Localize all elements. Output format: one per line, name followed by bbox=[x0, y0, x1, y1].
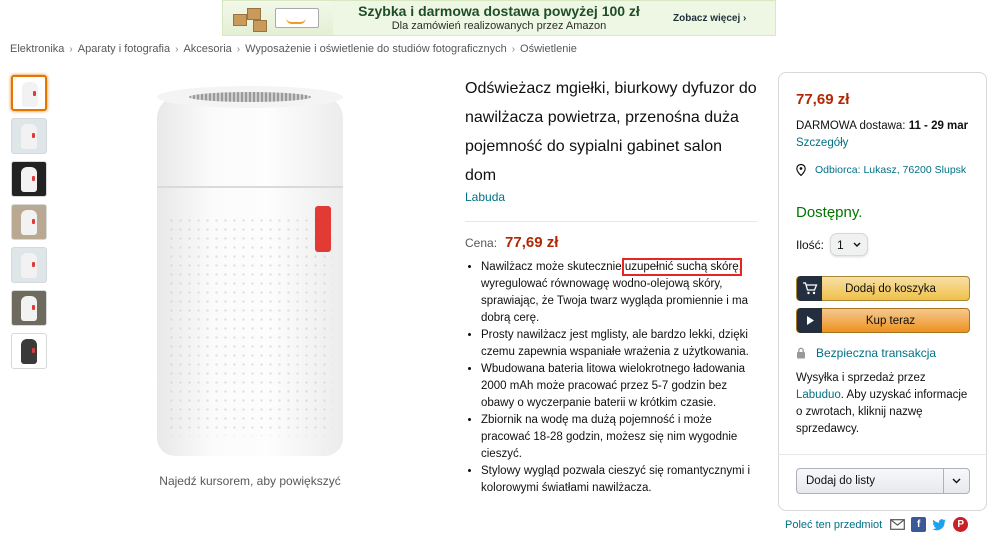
list-item: Zbiornik na wodę ma dużą pojemność i moż… bbox=[481, 412, 757, 463]
lock-icon bbox=[797, 347, 805, 359]
price-label: Cena: bbox=[465, 236, 498, 250]
brand-link[interactable]: Labuda bbox=[465, 190, 757, 204]
share-label[interactable]: Poleć ten przedmiot bbox=[785, 519, 882, 531]
share-row: Poleć ten przedmiot f P bbox=[785, 517, 974, 532]
play-icon bbox=[797, 308, 822, 333]
price-row: Cena: 77,69 zł bbox=[465, 234, 757, 251]
breadcrumb: Elektronika › Aparaty i fotografia › Akc… bbox=[10, 43, 577, 55]
chevron-right-icon: › bbox=[236, 43, 241, 55]
banner-illustration bbox=[223, 1, 333, 35]
delivery-date: 11 - 29 mar bbox=[908, 120, 969, 132]
seller-info: Wysyłka i sprzedaż przez Labuduo. Aby uz… bbox=[796, 372, 968, 435]
list-item: Nawilżacz może skutecznie uzupełnić such… bbox=[481, 258, 757, 327]
mist-grill bbox=[189, 92, 311, 102]
buy-box: 77,69 zł DARMOWA dostawa: 11 - 29 mar Sz… bbox=[778, 72, 987, 511]
thumbnail-1[interactable] bbox=[11, 75, 47, 111]
breadcrumb-item[interactable]: Elektronika bbox=[10, 43, 64, 55]
email-icon[interactable] bbox=[890, 517, 906, 532]
buy-now-button[interactable]: Kup teraz bbox=[796, 308, 970, 333]
package-icon bbox=[247, 8, 261, 20]
location-pin-icon bbox=[796, 164, 806, 176]
delivery-location[interactable]: Odbiorca: Lukasz, 76200 Slupsk bbox=[796, 164, 970, 176]
thumbnail-4[interactable] bbox=[11, 204, 47, 240]
package-icon bbox=[253, 20, 267, 32]
thumbnail-2[interactable] bbox=[11, 118, 47, 154]
quantity-label: Ilość: bbox=[796, 237, 825, 252]
list-item: Stylowy wygląd pozwala cieszyć się roman… bbox=[481, 463, 757, 497]
thumbnail-list bbox=[11, 75, 47, 376]
chevron-right-icon: › bbox=[69, 43, 73, 55]
delivery-details-link[interactable]: Szczegóły bbox=[796, 137, 848, 149]
product-title: Odświeżacz mgiełki, biurkowy dyfuzor do … bbox=[465, 80, 757, 184]
list-item: Prosty nawilżacz jest mglisty, ale bardz… bbox=[481, 327, 757, 361]
thumbnail-5[interactable] bbox=[11, 247, 47, 283]
pinterest-icon[interactable]: P bbox=[953, 517, 969, 532]
thumbnail-3[interactable] bbox=[11, 161, 47, 197]
add-to-list-button[interactable]: Dodaj do listy bbox=[796, 468, 970, 494]
quantity-row: Ilość: 1 bbox=[796, 233, 970, 256]
zoom-hint: Najedź kursorem, aby powiększyć bbox=[159, 474, 341, 488]
divider bbox=[778, 454, 987, 455]
main-product-image[interactable] bbox=[155, 86, 345, 458]
quantity-select[interactable]: 1 bbox=[830, 233, 869, 256]
cart-icon bbox=[797, 276, 822, 301]
feature-bullets: Nawilżacz może skutecznie uzupełnić such… bbox=[465, 258, 757, 497]
chevron-down-icon[interactable] bbox=[943, 469, 969, 493]
package-icon bbox=[233, 14, 247, 26]
highlighted-text: uzupełnić suchą skórę bbox=[621, 258, 742, 276]
location-text: Odbiorca: Lukasz, 76200 Slupsk bbox=[815, 164, 967, 176]
thumbnail-7[interactable] bbox=[11, 333, 47, 369]
delivery-info: DARMOWA dostawa: 11 - 29 mar Szczegóły bbox=[796, 120, 969, 149]
breadcrumb-item[interactable]: Akcesoria bbox=[183, 43, 231, 55]
promo-banner[interactable]: Szybka i darmowa dostawa powyżej 100 zł … bbox=[222, 0, 776, 36]
list-item: Wbudowana bateria litowa wielokrotnego ł… bbox=[481, 361, 757, 412]
buybox-price: 77,69 zł bbox=[796, 91, 850, 108]
product-price: 77,69 zł bbox=[505, 234, 559, 251]
chevron-right-icon: › bbox=[511, 43, 516, 55]
breadcrumb-item[interactable]: Wyposażenie i oświetlenie do studiów fot… bbox=[245, 43, 507, 55]
chevron-right-icon: › bbox=[175, 43, 179, 55]
twitter-icon[interactable] bbox=[932, 517, 947, 532]
secure-transaction[interactable]: Bezpieczna transakcja bbox=[796, 346, 970, 360]
divider bbox=[465, 221, 757, 222]
chevron-down-icon bbox=[853, 242, 861, 247]
product-details: Odświeżacz mgiełki, biurkowy dyfuzor do … bbox=[465, 74, 757, 497]
breadcrumb-item[interactable]: Oświetlenie bbox=[520, 43, 577, 55]
banner-see-more-link[interactable]: Zobacz więcej › bbox=[665, 13, 775, 24]
add-to-cart-button[interactable]: Dodaj do koszyka bbox=[796, 276, 970, 301]
thumbnail-6[interactable] bbox=[11, 290, 47, 326]
seller-link[interactable]: Labuduo bbox=[796, 389, 841, 401]
stock-status: Dostępny. bbox=[796, 204, 863, 221]
delivery-truck-icon bbox=[275, 8, 319, 28]
facebook-icon[interactable]: f bbox=[911, 517, 927, 532]
breadcrumb-item[interactable]: Aparaty i fotografia bbox=[78, 43, 170, 55]
banner-subtitle: Dla zamówień realizowanych przez Amazon bbox=[391, 20, 607, 32]
humidifier-button bbox=[315, 206, 331, 252]
banner-title: Szybka i darmowa dostawa powyżej 100 zł bbox=[358, 3, 640, 19]
